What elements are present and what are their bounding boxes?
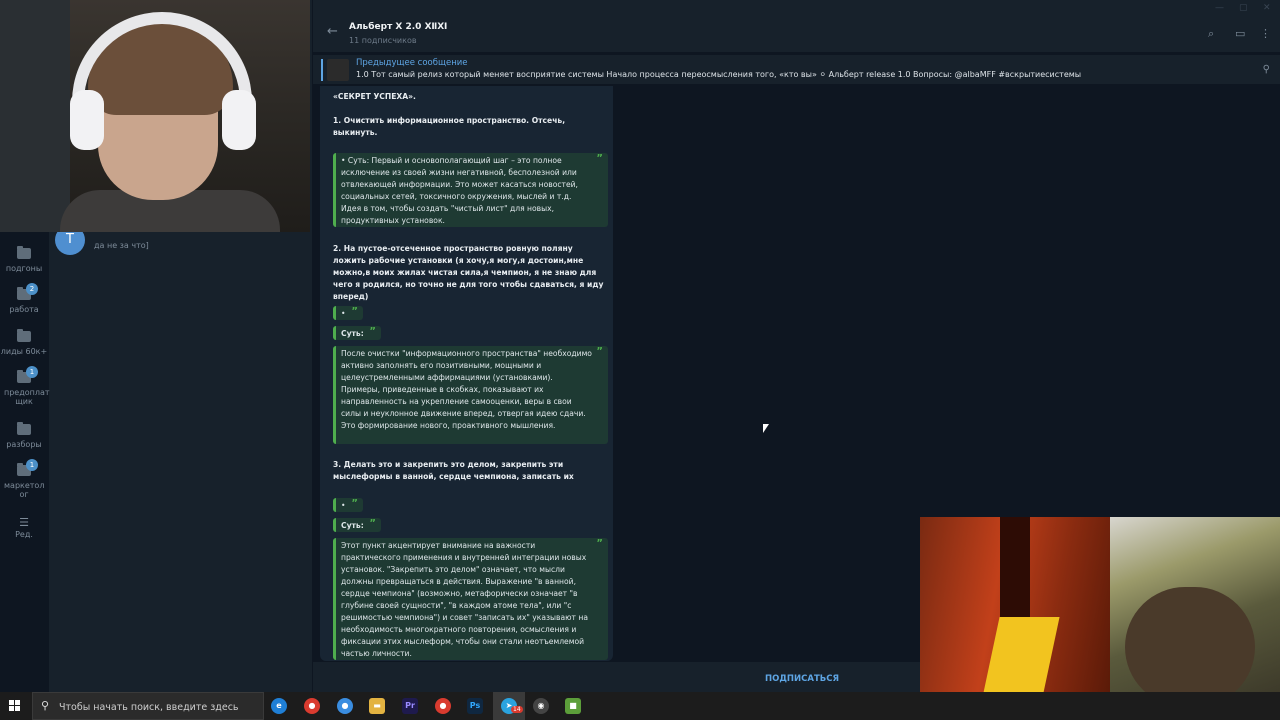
- folder-label: разборы: [6, 440, 42, 449]
- quote-icon: ”: [596, 346, 603, 357]
- folder-item-predoplatshik[interactable]: 1 предоплат щик: [0, 366, 50, 406]
- quote-block-bullet-3: • ”: [333, 498, 363, 512]
- gameplay-overlay-left: [920, 517, 1110, 692]
- folder-item-rabota[interactable]: 2 работа: [0, 283, 48, 314]
- folder-edit[interactable]: ☰ Ред.: [0, 516, 48, 539]
- quote-text: •: [341, 501, 346, 510]
- taskbar-search-box[interactable]: ⚲ Чтобы начать поиск, введите здесь: [32, 692, 264, 720]
- quote-block-label-3: Суть: ”: [333, 518, 381, 532]
- folder-label: лиды 60к+: [0, 347, 48, 356]
- pinned-thumbnail: [327, 59, 349, 81]
- obs-icon[interactable]: ◉: [533, 698, 549, 714]
- pinned-accent-bar: [321, 59, 323, 81]
- gameplay-tunnel: [1000, 517, 1030, 617]
- gameplay-object: [1125, 587, 1255, 692]
- pinned-title: Предыдущее сообщение: [356, 58, 468, 68]
- quote-text: • Суть: Первый и основополагающий шаг – …: [341, 156, 578, 225]
- folder-item-marketolog[interactable]: 1 маркетол ог: [0, 459, 48, 499]
- chrome-icon[interactable]: ●: [304, 698, 320, 714]
- folder-icon: [17, 329, 31, 342]
- quote-icon: ”: [596, 153, 603, 164]
- photoshop-icon[interactable]: Ps: [467, 698, 483, 714]
- folder-item-podgony[interactable]: подгоны: [0, 246, 48, 273]
- more-menu-icon[interactable]: ⋮: [1260, 27, 1271, 40]
- minecraft-icon[interactable]: ■: [565, 698, 581, 714]
- premiere-icon[interactable]: Pr: [402, 698, 418, 714]
- pinned-message-bar[interactable]: Предыдущее сообщение 1.0 Тот самый релиз…: [313, 54, 1280, 84]
- webcam-overlay: [0, 0, 310, 232]
- headphone-cup-right: [222, 90, 256, 150]
- gameplay-lava: [980, 617, 1060, 692]
- quote-text: Этот пункт акцентирует внимание на важно…: [341, 541, 589, 658]
- unread-badge: 2: [26, 283, 38, 295]
- folder-item-lidy[interactable]: лиды 60к+: [0, 329, 48, 356]
- message-point-3: 3. Делать это и закрепить это делом, зак…: [333, 460, 574, 481]
- folder-label: предоплат щик: [4, 388, 50, 406]
- file-explorer-icon[interactable]: ▬: [369, 698, 385, 714]
- quote-text: После очистки "информационного пространс…: [341, 349, 592, 430]
- sliders-icon: ☰: [19, 516, 29, 529]
- quote-block-label-2: Суть: ”: [333, 326, 381, 340]
- search-icon: ⚲: [41, 699, 50, 712]
- message-heading: «СЕКРЕТ УСПЕХА».: [333, 92, 416, 101]
- taskbar-search-placeholder: Чтобы начать поиск, введите здесь: [59, 702, 239, 713]
- folder-icon: [17, 246, 31, 259]
- windows-taskbar: ⚲ Чтобы начать поиск, введите здесь e ● …: [0, 692, 1280, 720]
- maximize-icon[interactable]: ▢: [1239, 3, 1248, 13]
- quote-block-3: Этот пункт акцентирует внимание на важно…: [333, 538, 608, 660]
- unread-badge: 1: [26, 366, 38, 378]
- windows-start-icon[interactable]: [9, 700, 21, 712]
- chrome-profile-icon[interactable]: ●: [435, 698, 451, 714]
- quote-label: Суть:: [341, 329, 364, 338]
- quote-icon: ”: [369, 518, 376, 529]
- channel-title[interactable]: Альберт X 2.0 ⅫⅪ: [349, 22, 447, 32]
- chat-header: ← Альберт X 2.0 ⅫⅪ 11 подписчиков ⌕ ▭ ⋮ …: [313, 0, 1280, 52]
- folder-label: Ред.: [15, 530, 33, 539]
- folder-label: подгоны: [5, 264, 43, 273]
- quote-block-1: • Суть: Первый и основополагающий шаг – …: [333, 153, 608, 227]
- pinned-list-icon[interactable]: ⚲: [1263, 64, 1270, 75]
- message-point-1: 1. Очистить информационное пространство.…: [333, 116, 566, 137]
- quote-block-2: После очистки "информационного пространс…: [333, 346, 608, 444]
- mouse-cursor: [763, 424, 769, 433]
- sidebar-toggle-icon[interactable]: ▭: [1235, 27, 1245, 40]
- quote-block-bullet-2: • ”: [333, 306, 363, 320]
- folder-rail: подгоны 2 работа лиды 60к+ 1 предоплат щ…: [0, 232, 50, 692]
- quote-text: •: [341, 309, 346, 318]
- quote-icon: ”: [596, 538, 603, 549]
- message-point-2: 2. На пустое-отсеченное пространство ров…: [333, 244, 604, 301]
- telegram-badge: 14: [511, 706, 523, 713]
- edge-icon[interactable]: e: [271, 698, 287, 714]
- back-arrow-icon[interactable]: ←: [327, 24, 338, 39]
- quote-label: Суть:: [341, 521, 364, 530]
- message-bubble: «СЕКРЕТ УСПЕХА». 1. Очистить информацион…: [320, 86, 613, 661]
- close-icon[interactable]: ✕: [1263, 3, 1271, 13]
- folder-icon: [17, 422, 31, 435]
- gameplay-overlay-right: [1110, 517, 1280, 692]
- quote-icon: ”: [369, 326, 376, 337]
- minimize-icon[interactable]: —: [1215, 3, 1224, 13]
- folder-item-razbory[interactable]: разборы: [0, 422, 48, 449]
- quote-icon: ”: [351, 498, 358, 509]
- search-icon[interactable]: ⌕: [1208, 27, 1214, 41]
- folder-label: работа: [9, 305, 39, 314]
- headphone-cup-left: [70, 90, 104, 150]
- subscribe-button[interactable]: ПОДПИСАТЬСЯ: [765, 674, 839, 684]
- subscriber-count: 11 подписчиков: [349, 36, 417, 45]
- pinned-text: 1.0 Тот самый релиз который меняет воспр…: [356, 70, 1082, 79]
- quote-icon: ”: [351, 306, 358, 317]
- chat-preview-text[interactable]: да не за что]: [94, 241, 149, 250]
- unread-badge: 1: [26, 459, 38, 471]
- screen: T да не за что] подгоны 2 работа лиды 60…: [0, 0, 1280, 720]
- chrome-alt-icon[interactable]: ●: [337, 698, 353, 714]
- webcam-background: [0, 0, 70, 232]
- folder-label: маркетол ог: [4, 481, 45, 499]
